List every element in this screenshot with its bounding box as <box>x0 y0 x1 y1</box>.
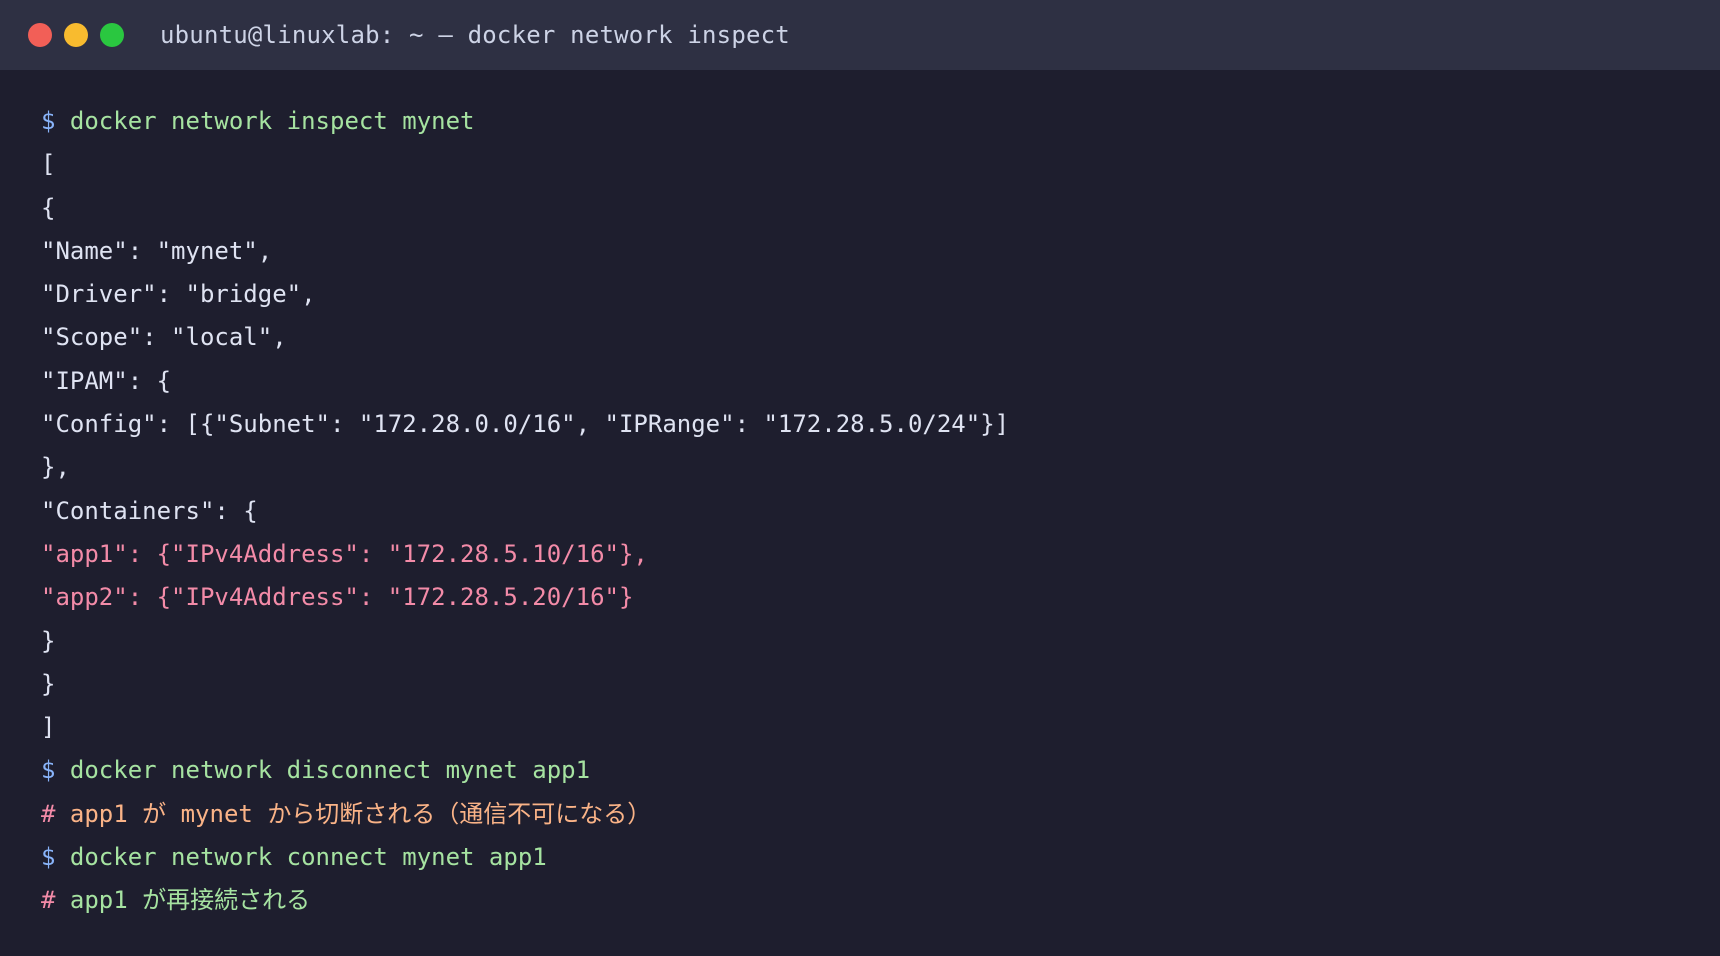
output-line: ] <box>41 713 56 742</box>
command-line: $ docker network disconnect mynet app1 <box>41 749 1681 792</box>
prompt-symbol: $ <box>41 107 56 135</box>
output-line: "Driver": "bridge", <box>41 280 316 309</box>
comment-text: app1 <box>69 799 128 828</box>
window-controls <box>28 23 136 47</box>
command-text: docker network disconnect mynet app1 <box>69 756 591 785</box>
highlighted-output-line: "app2": {"IPv4Address": "172.28.5.20/16"… <box>41 583 634 612</box>
command-line: $ docker network connect mynet app1 <box>41 836 1681 879</box>
output-line: } <box>41 669 56 698</box>
close-button[interactable] <box>28 23 52 47</box>
output-line: "Name": "mynet", <box>41 236 273 265</box>
command-line: $ docker network inspect mynet <box>41 100 1681 143</box>
highlighted-output-line: "app1": {"IPv4Address": "172.28.5.10/16"… <box>41 539 648 568</box>
terminal-output[interactable]: $ docker network inspect mynet [ { "Name… <box>41 100 1681 923</box>
output-line: { <box>41 193 56 222</box>
output-line: "IPAM": { <box>41 366 172 395</box>
command-text: docker network inspect mynet <box>69 107 475 135</box>
output-line: [ <box>41 150 56 179</box>
comment-text: app1 <box>69 886 128 915</box>
comment-line: # app1 が mynet から切断される（通信不可になる） <box>41 793 1681 836</box>
output-line: "Config": [{"Subnet": "172.28.0.0/16", "… <box>41 410 1010 439</box>
output-line: } <box>41 626 56 655</box>
zoom-button[interactable] <box>100 23 124 47</box>
comment-text: から切断される（通信不可になる） <box>267 799 652 828</box>
output-line: "Scope": "local", <box>41 323 287 352</box>
minimize-button[interactable] <box>64 23 88 47</box>
output-line: }, <box>41 453 70 482</box>
command-text: docker network connect mynet app1 <box>69 843 547 872</box>
comment-text: が再接続される <box>142 886 311 915</box>
comment-symbol: # <box>41 886 56 915</box>
comment-line: # app1 が再接続される <box>41 879 1681 922</box>
comment-text: が <box>142 799 167 828</box>
title-bar: ubuntu@linuxlab: ~ — docker network insp… <box>0 0 1720 70</box>
prompt-symbol: $ <box>41 843 56 872</box>
terminal-window: ubuntu@linuxlab: ~ — docker network insp… <box>0 0 1720 956</box>
window-title: ubuntu@linuxlab: ~ — docker network insp… <box>160 21 790 49</box>
output-line: "Containers": { <box>41 496 258 525</box>
comment-symbol: # <box>41 799 56 828</box>
comment-text: mynet <box>180 799 253 828</box>
prompt-symbol: $ <box>41 756 56 785</box>
